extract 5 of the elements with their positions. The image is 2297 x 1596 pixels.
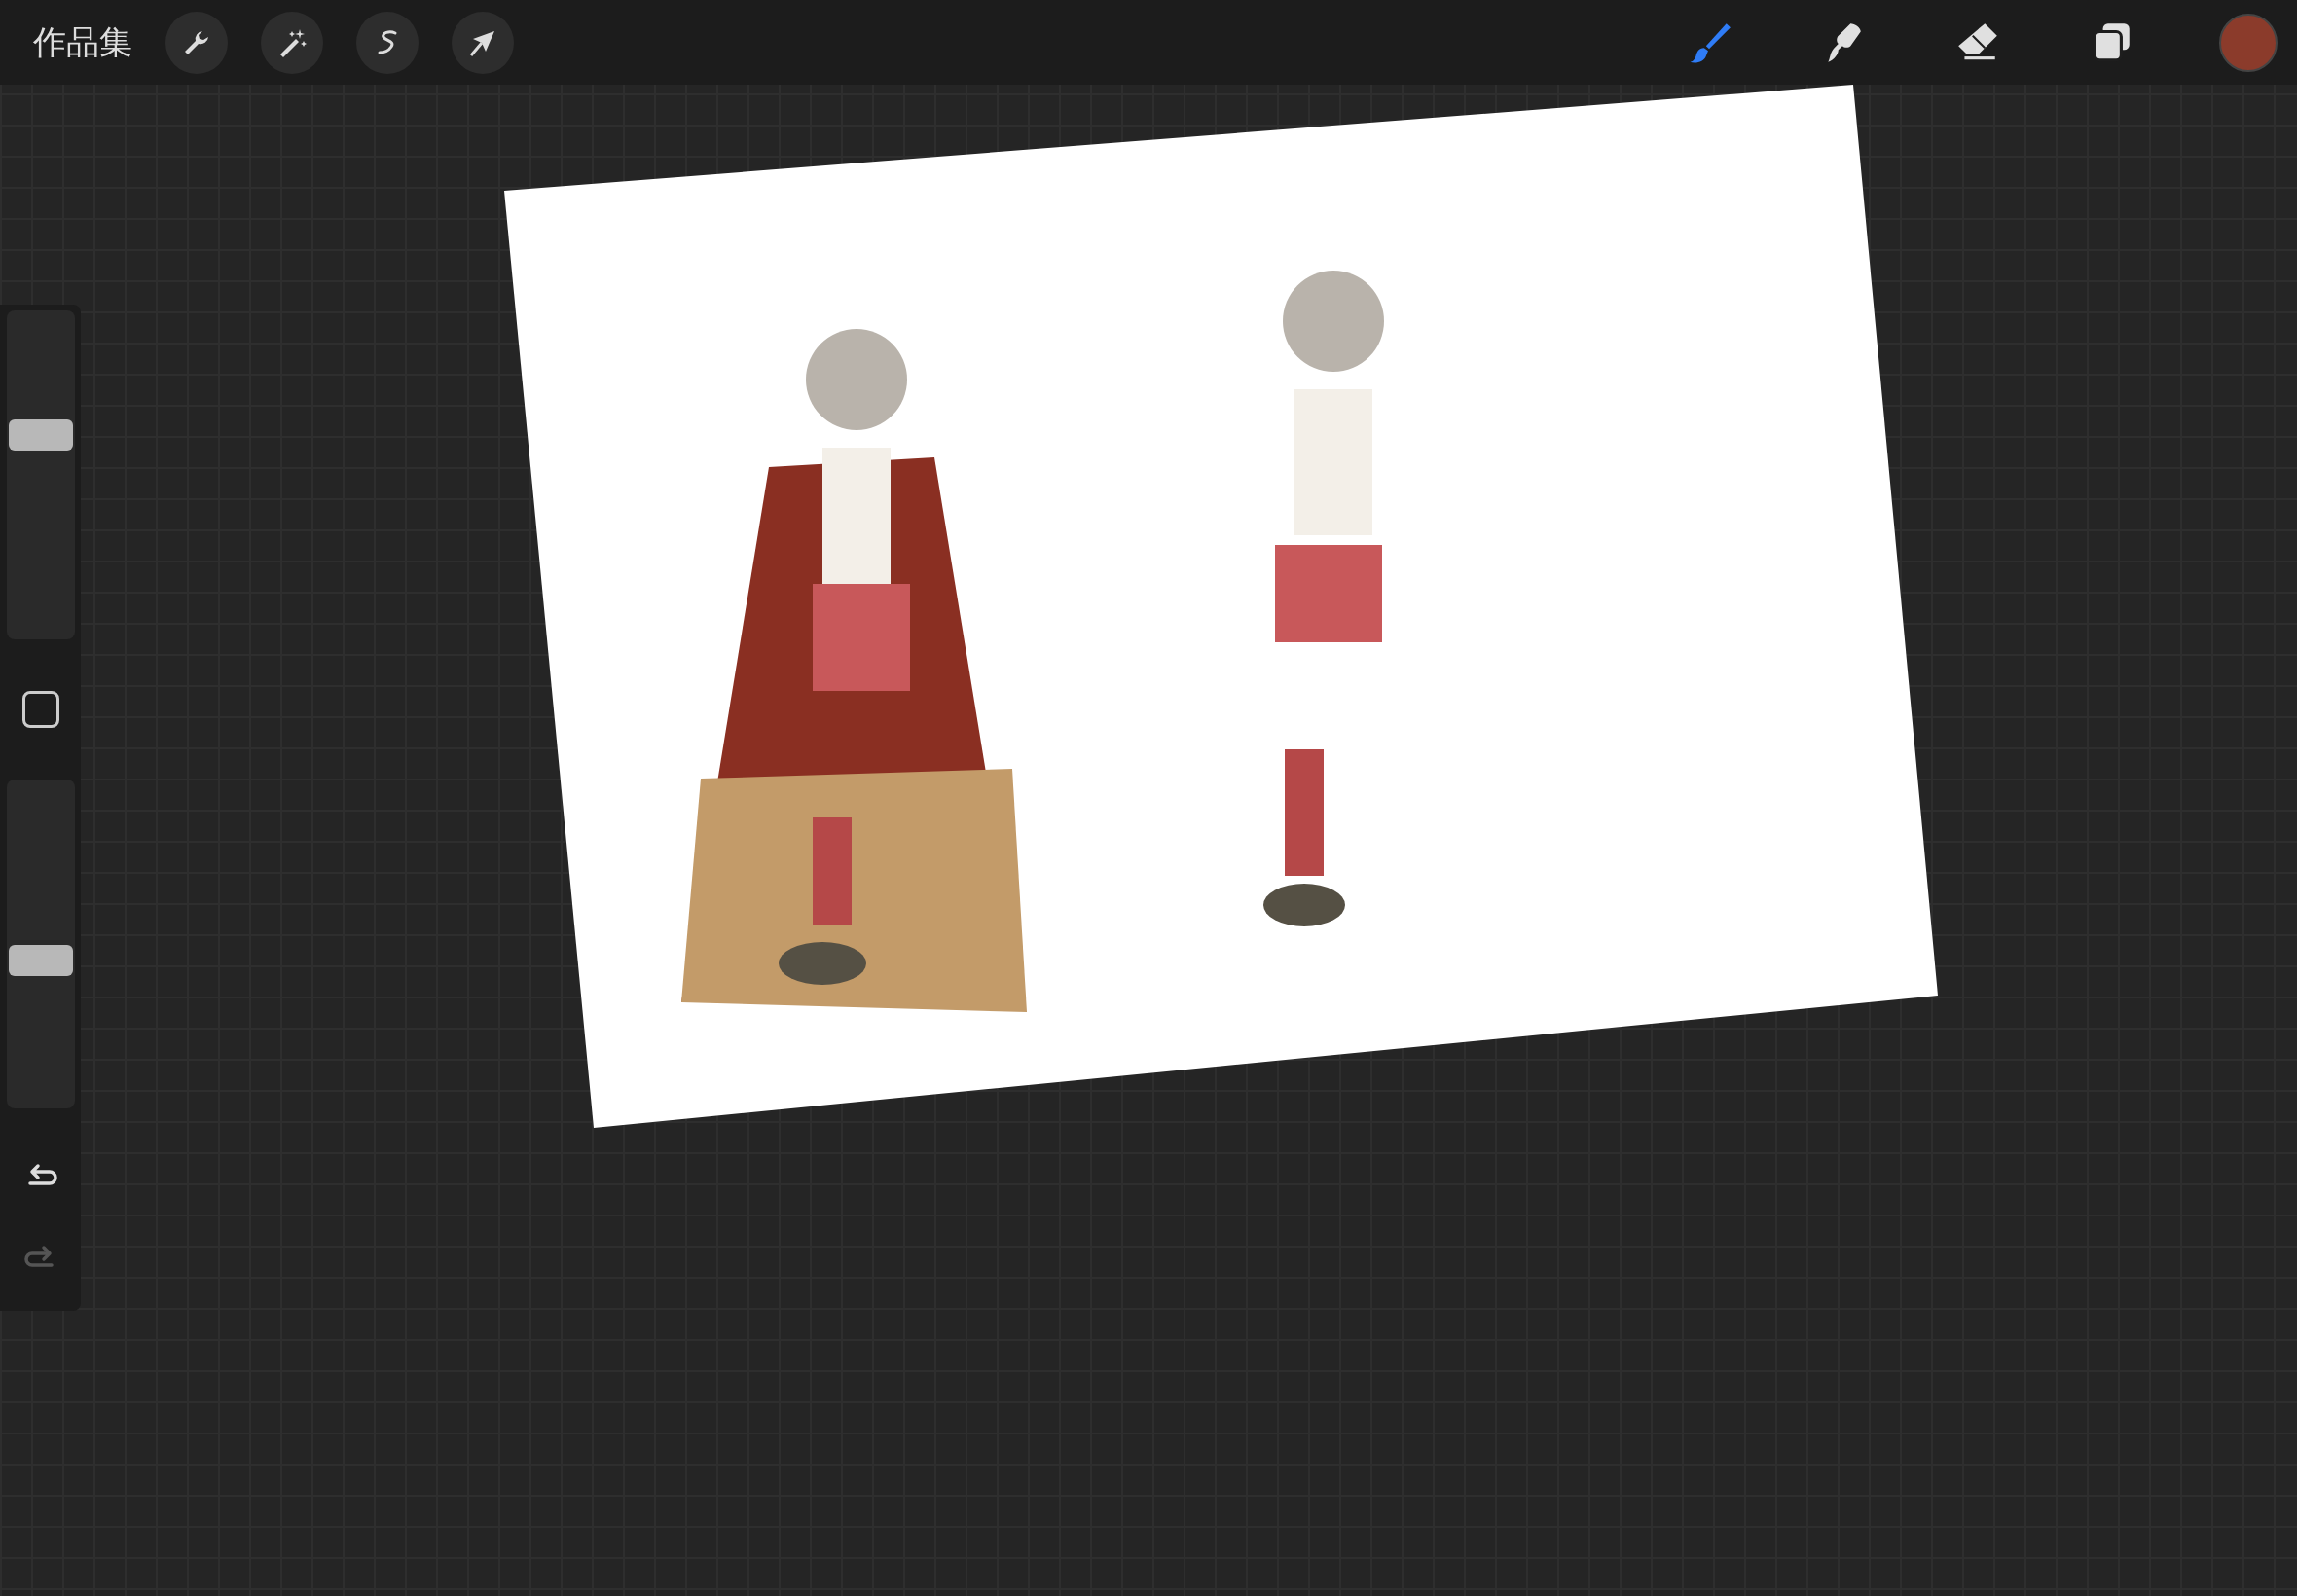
slider-thumb[interactable] xyxy=(8,419,73,452)
gallery-button[interactable]: 作品集 xyxy=(33,19,132,65)
opacity-slider[interactable] xyxy=(6,780,75,1108)
brush-size-slider[interactable] xyxy=(6,310,75,639)
slider-thumb[interactable] xyxy=(8,944,73,976)
